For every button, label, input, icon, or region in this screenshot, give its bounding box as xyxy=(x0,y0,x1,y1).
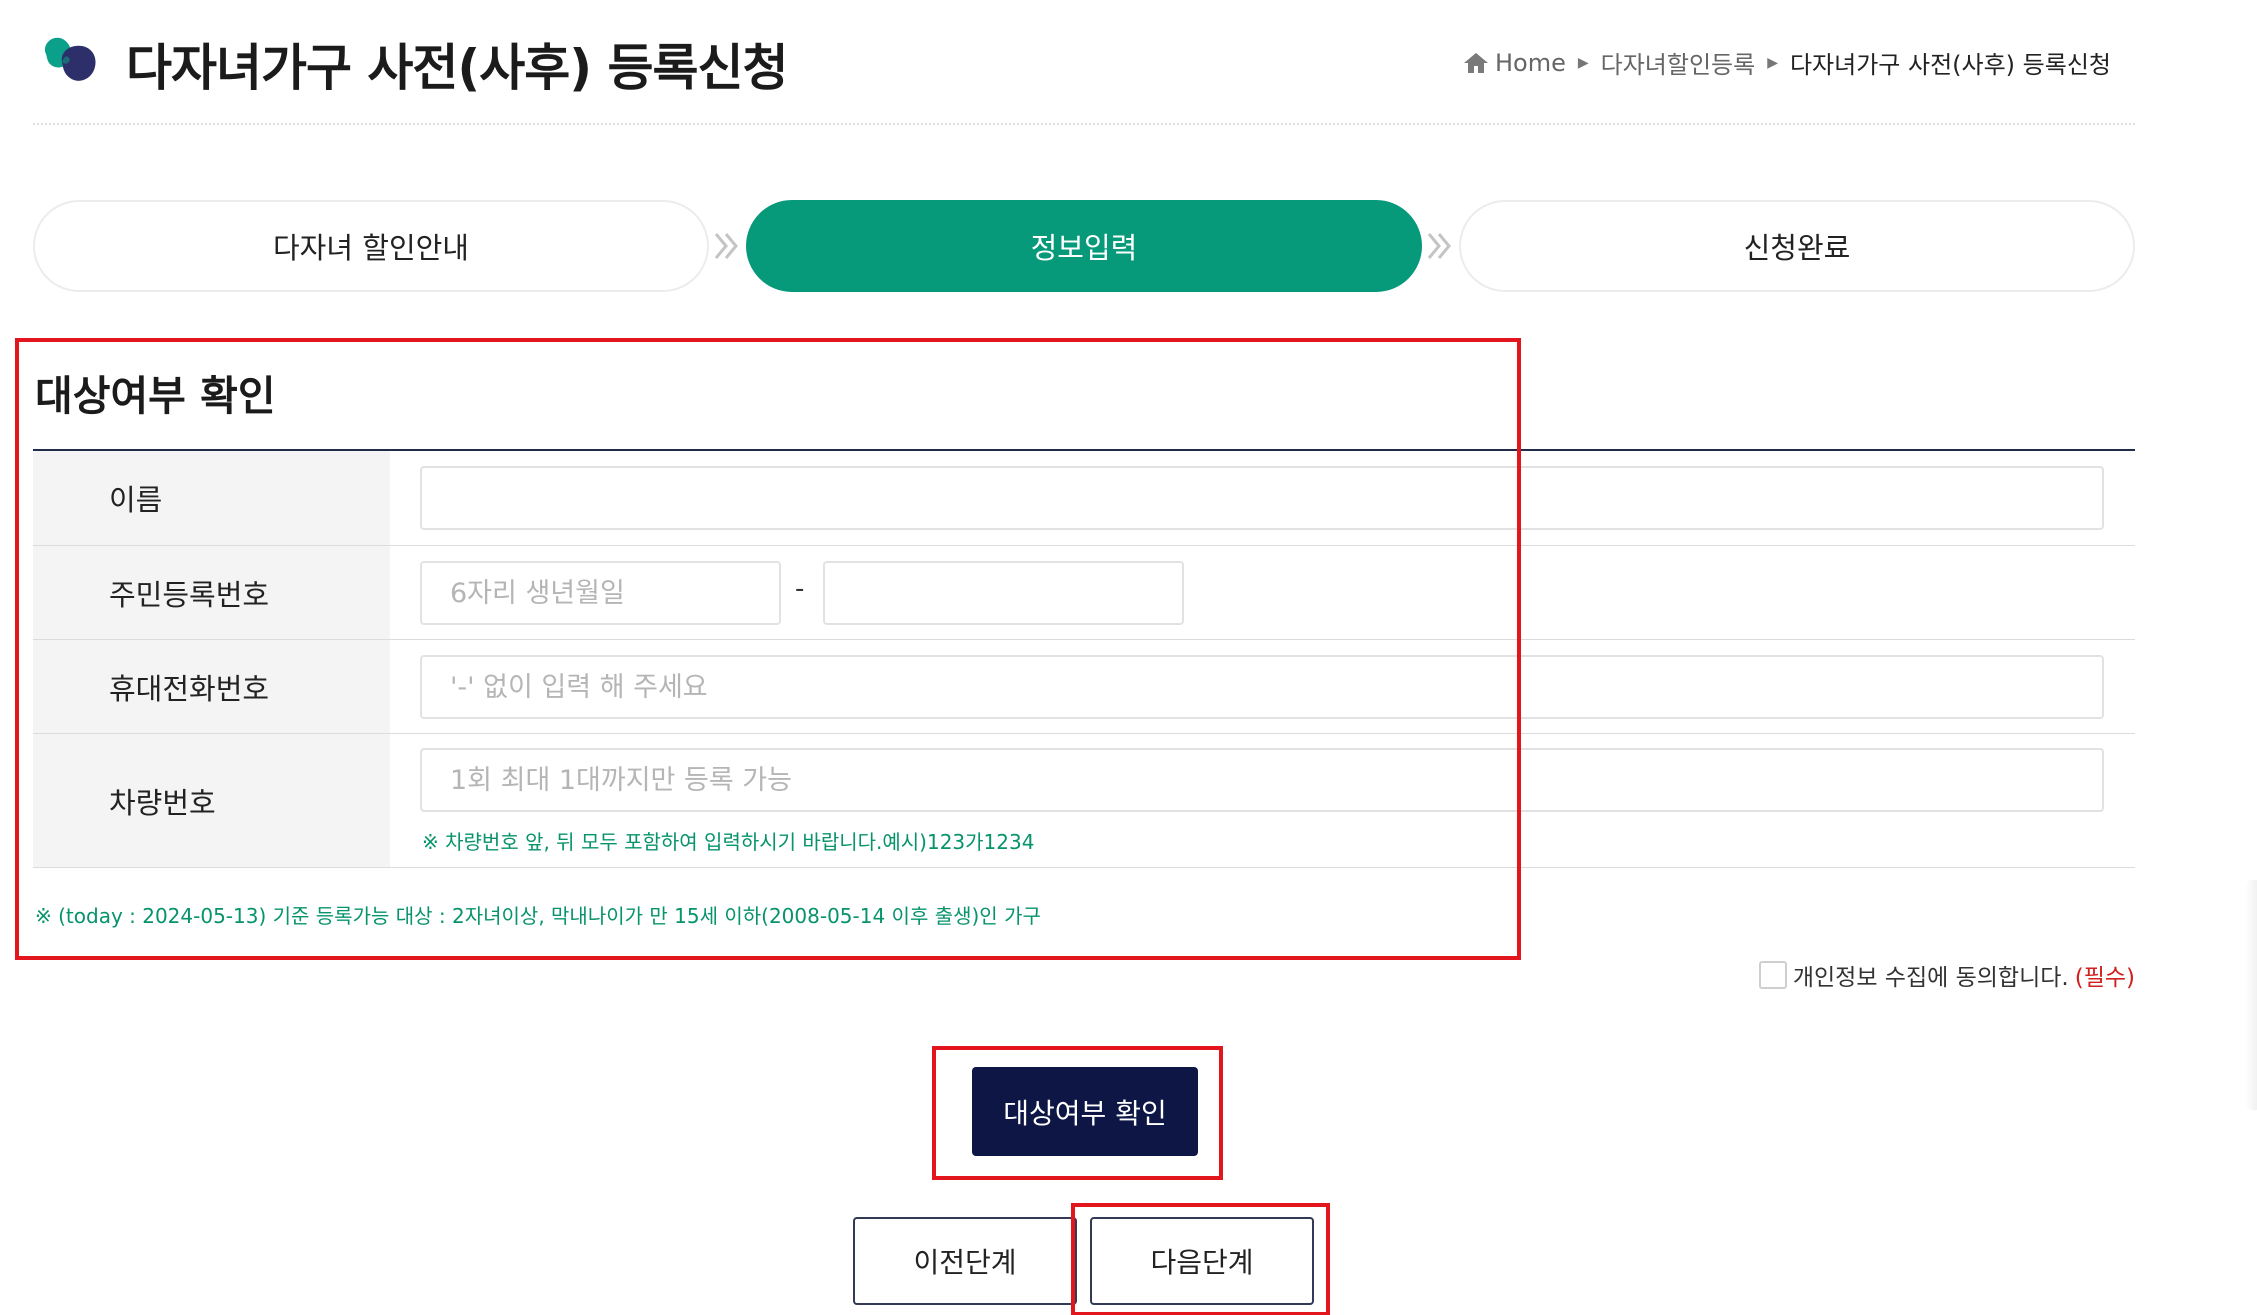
name-input[interactable] xyxy=(420,466,2104,530)
rrn-front-input[interactable] xyxy=(420,561,781,625)
phone-input[interactable] xyxy=(420,655,2104,719)
form-row-name: 이름 xyxy=(33,451,2135,546)
home-icon[interactable] xyxy=(1463,52,1489,74)
required-mark: (필수) xyxy=(2074,965,2135,991)
breadcrumb-multi-child-link[interactable]: 다자녀할인등록 xyxy=(1601,45,1756,80)
privacy-consent[interactable]: 개인정보 수집에 동의합니다. (필수) xyxy=(1758,958,2135,992)
scroll-edge xyxy=(2245,880,2257,1110)
brand-logo xyxy=(44,37,96,81)
step-discount-guide: 다자녀 할인안내 xyxy=(33,200,709,292)
step-indicator: 다자녀 할인안내 정보입력 신청완료 xyxy=(33,200,2135,292)
rrn-label: 주민등록번호 xyxy=(33,546,390,639)
check-eligibility-button[interactable]: 대상여부 확인 xyxy=(972,1067,1198,1156)
breadcrumb-home-link[interactable]: Home xyxy=(1495,49,1566,77)
step-complete: 신청완료 xyxy=(1459,200,2135,292)
phone-label: 휴대전화번호 xyxy=(33,640,390,733)
double-chevron-right-icon xyxy=(714,233,738,259)
privacy-consent-checkbox[interactable] xyxy=(1758,961,1787,989)
rrn-separator: - xyxy=(795,574,805,604)
privacy-consent-label: 개인정보 수집에 동의합니다. xyxy=(1792,965,2069,991)
triangle-right-icon: ▶ xyxy=(1767,54,1778,71)
form-row-car: 차량번호 ※ 차량번호 앞, 뒤 모두 포함하여 입력하시기 바랍니다.예시)1… xyxy=(33,734,2135,868)
next-step-button[interactable]: 다음단계 xyxy=(1090,1217,1314,1305)
name-label: 이름 xyxy=(33,451,390,545)
previous-step-button[interactable]: 이전단계 xyxy=(853,1217,1077,1305)
page-title: 다자녀가구 사전(사후) 등록신청 xyxy=(126,39,789,97)
form-row-rrn: 주민등록번호 - xyxy=(33,546,2135,640)
step-info-input: 정보입력 xyxy=(746,200,1422,292)
breadcrumb: Home ▶ 다자녀할인등록 ▶ 다자녀가구 사전(사후) 등록신청 xyxy=(1463,45,2111,80)
section-title: 대상여부 확인 xyxy=(35,372,276,420)
eligibility-note: ※ (today : 2024-05-13) 기준 등록가능 대상 : 2자녀이… xyxy=(35,904,1041,928)
header-divider xyxy=(33,123,2135,125)
car-number-input[interactable] xyxy=(420,748,2104,812)
triangle-right-icon: ▶ xyxy=(1577,54,1589,71)
breadcrumb-current: 다자녀가구 사전(사후) 등록신청 xyxy=(1789,51,2111,79)
car-number-note: ※ 차량번호 앞, 뒤 모두 포함하여 입력하시기 바랍니다.예시)123가12… xyxy=(422,830,1035,854)
double-chevron-right-icon xyxy=(1427,233,1451,259)
form-row-phone: 휴대전화번호 xyxy=(33,640,2135,734)
rrn-back-input[interactable] xyxy=(823,561,1184,625)
car-label: 차량번호 xyxy=(33,734,390,867)
